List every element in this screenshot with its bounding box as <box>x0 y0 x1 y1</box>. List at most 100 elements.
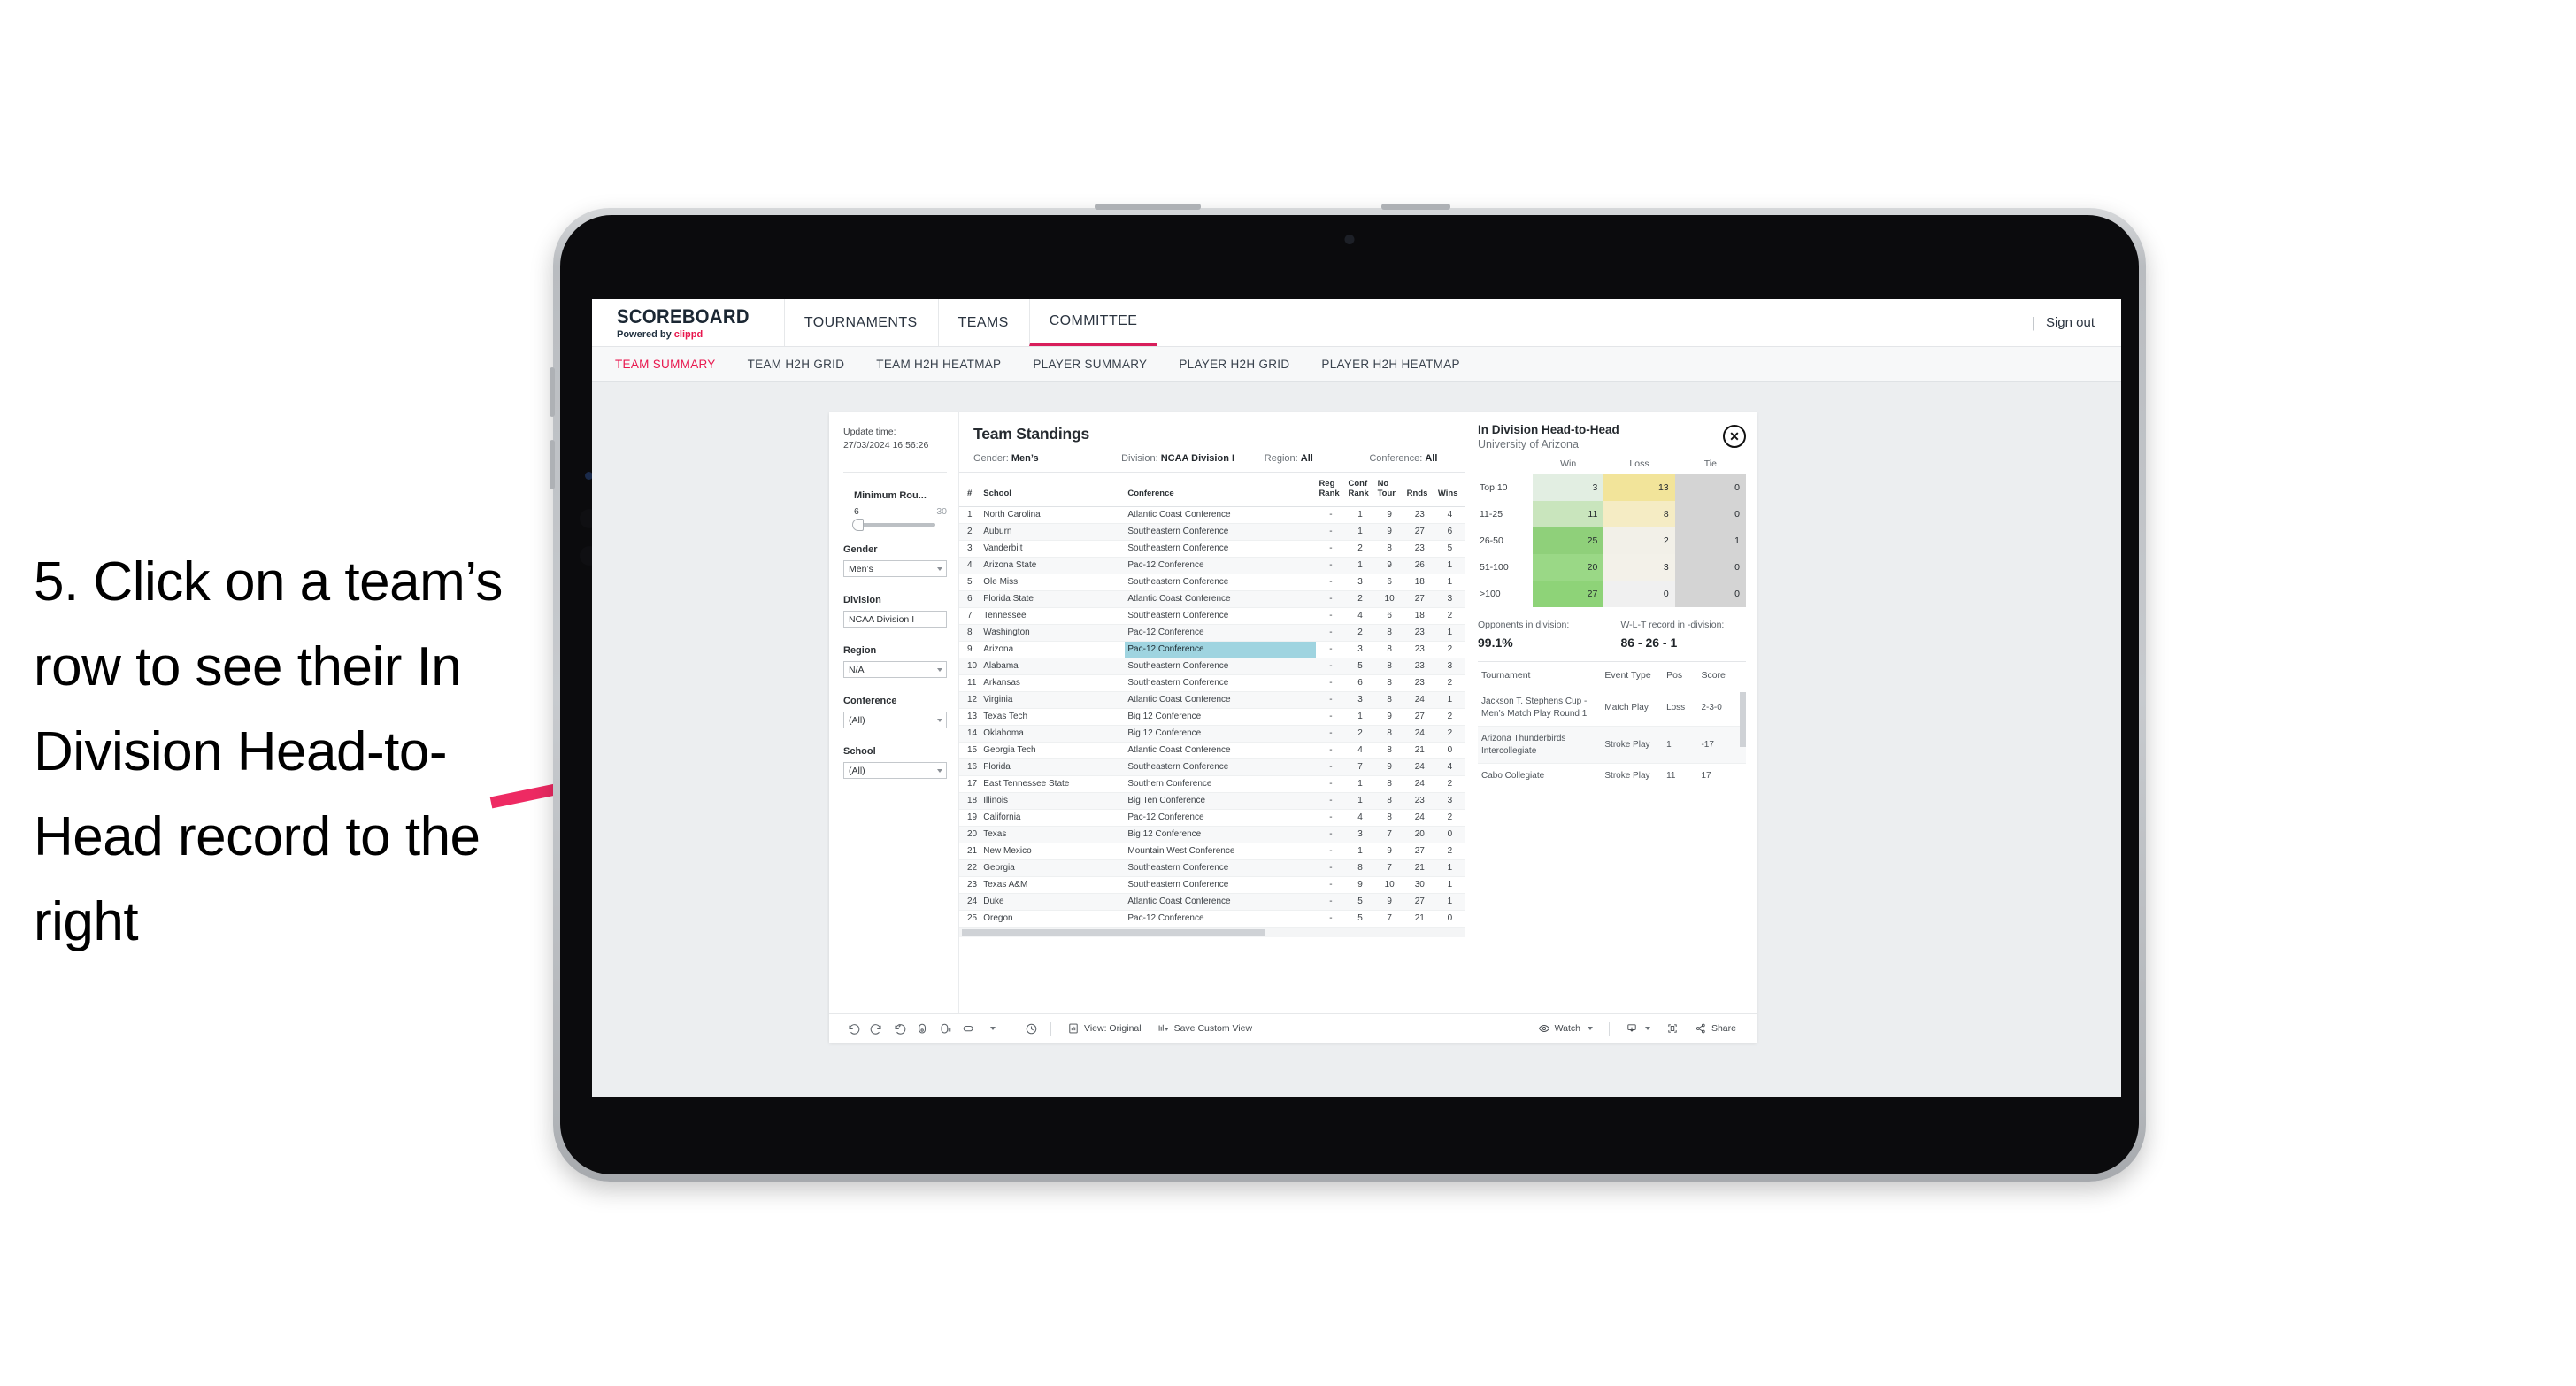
cell-wins: 1 <box>1434 691 1465 709</box>
school-select[interactable]: (All) <box>843 762 947 780</box>
col-score[interactable]: Score <box>1697 662 1746 689</box>
tab-team-h2h-heatmap[interactable]: TEAM H2H HEATMAP <box>860 358 1017 371</box>
pause-refresh-icon[interactable] <box>934 1019 957 1038</box>
refresh-data-icon[interactable] <box>911 1019 934 1038</box>
cell-rnds: 27 <box>1403 590 1435 608</box>
col-pos[interactable]: Pos <box>1663 662 1698 689</box>
table-row[interactable]: 10 Alabama Southeastern Conference -5 8 23 3 <box>959 658 1465 675</box>
gender-select[interactable]: Men’s <box>843 560 947 578</box>
col-no-tour[interactable]: No Tour <box>1374 473 1404 507</box>
save-custom-view-button[interactable]: Save Custom View <box>1150 1022 1261 1035</box>
table-row[interactable]: 18 Illinois Big Ten Conference -1 8 23 3 <box>959 792 1465 810</box>
download-button[interactable] <box>1618 1022 1658 1035</box>
summary-division-value: NCAA Division I <box>1160 453 1235 464</box>
undo-icon[interactable] <box>842 1019 865 1038</box>
conference-value: (All) <box>849 714 865 726</box>
close-icon[interactable]: ✕ <box>1723 425 1746 448</box>
active-filter-summary: Gender: Men’s Division: NCAA Division I … <box>973 453 1450 472</box>
scrollbar-thumb[interactable] <box>962 928 1265 936</box>
table-row[interactable]: 21 New Mexico Mountain West Conference -1 9 2… <box>959 843 1465 860</box>
col-conference[interactable]: Conference <box>1125 473 1317 507</box>
h2h-row: Top 10 3 13 0 <box>1478 474 1746 501</box>
nav-item-teams[interactable]: TEAMS <box>937 299 1029 346</box>
horizontal-scrollbar[interactable] <box>959 927 1465 937</box>
revert-icon[interactable] <box>888 1019 911 1038</box>
table-row[interactable]: 16 Florida Southeastern Conference -7 9 24 4 <box>959 758 1465 776</box>
table-row[interactable]: 3 Vanderbilt Southeastern Conference -2 8 23 5 <box>959 540 1465 558</box>
h2h-thead: Win Loss Tie <box>1478 458 1746 474</box>
sign-out-link[interactable]: Sign out <box>2046 315 2095 330</box>
region-select[interactable]: N/A <box>843 661 947 679</box>
table-row[interactable]: 14 Oklahoma Big 12 Conference -2 8 24 2 <box>959 725 1465 743</box>
redo-icon[interactable] <box>865 1019 888 1038</box>
cell-rank: 21 <box>959 843 981 860</box>
dashboard-card: Update time: 27/03/2024 16:56:26 Minimum… <box>829 412 1757 1043</box>
conference-select[interactable]: (All) <box>843 712 947 729</box>
cell-conf-rank: 3 <box>1345 691 1375 709</box>
col-event-type[interactable]: Event Type <box>1601 662 1664 689</box>
volume-up-button[interactable] <box>550 367 555 417</box>
table-row[interactable]: 19 California Pac-12 Conference -4 8 24 2 <box>959 809 1465 827</box>
table-row[interactable]: 1 North Carolina Atlantic Coast Conference… <box>959 506 1465 524</box>
list-item[interactable]: Cabo Collegiate Stroke Play 11 17 <box>1478 763 1746 789</box>
list-item[interactable]: Jackson T. Stephens Cup - Men’s Match Pl… <box>1478 689 1746 727</box>
nav-item-tournaments[interactable]: TOURNAMENTS <box>785 299 938 346</box>
volume-down-button[interactable] <box>550 440 555 489</box>
col-tournament[interactable]: Tournament <box>1478 662 1602 689</box>
cell-reg-rank: - <box>1316 826 1346 843</box>
nav-item-committee[interactable]: COMMITTEE <box>1028 299 1158 346</box>
share-button[interactable]: Share <box>1687 1022 1744 1035</box>
table-row[interactable]: 24 Duke Atlantic Coast Conference -5 9 27 1 <box>959 893 1465 911</box>
watch-button[interactable]: Watch <box>1530 1022 1601 1035</box>
division-select[interactable]: NCAA Division I <box>843 611 947 628</box>
table-row[interactable]: 12 Virginia Atlantic Coast Conference -3 8 24… <box>959 691 1465 709</box>
table-row[interactable]: 11 Arkansas Southeastern Conference -6 8 23 2 <box>959 674 1465 692</box>
cell-no-tour: 8 <box>1374 809 1404 827</box>
tournaments-scrollbar[interactable] <box>1740 692 1746 747</box>
cell-conference: Big Ten Conference <box>1125 792 1317 810</box>
brand-logo[interactable]: SCOREBOARD Powered by clippd <box>592 299 785 346</box>
table-row[interactable]: 7 Tennessee Southeastern Conference -4 6 18 2 <box>959 607 1465 625</box>
table-row[interactable]: 2 Auburn Southeastern Conference -1 9 27 6 <box>959 523 1465 541</box>
col-wins[interactable]: Wins <box>1434 473 1465 507</box>
col-school[interactable]: School <box>980 473 1126 507</box>
list-item[interactable]: Arizona Thunderbirds Intercollegiate Stro… <box>1478 726 1746 764</box>
chevron-down-icon <box>937 768 942 773</box>
tab-team-summary[interactable]: TEAM SUMMARY <box>615 358 732 371</box>
tab-team-h2h-grid[interactable]: TEAM H2H GRID <box>732 358 861 371</box>
table-row[interactable]: 4 Arizona State Pac-12 Conference -1 9 26 1 <box>959 557 1465 574</box>
h2h-tie-cell: 0 <box>1674 554 1746 581</box>
table-row[interactable]: 20 Texas Big 12 Conference -3 7 20 0 <box>959 826 1465 843</box>
top-antenna-band-2 <box>1381 204 1450 210</box>
tab-player-h2h-heatmap[interactable]: PLAYER H2H HEATMAP <box>1305 358 1475 371</box>
view-original-button[interactable]: View: Original <box>1059 1022 1150 1035</box>
h2h-band-label: 26-50 <box>1478 527 1533 554</box>
cell-wins: 3 <box>1434 658 1465 675</box>
tab-player-h2h-grid[interactable]: PLAYER H2H GRID <box>1163 358 1305 371</box>
zoom-shape-icon[interactable] <box>957 1019 980 1038</box>
table-row[interactable]: 13 Texas Tech Big 12 Conference -1 9 27 2 <box>959 708 1465 726</box>
h2h-row: 26-50 25 2 1 <box>1478 527 1746 554</box>
col-rank[interactable]: # <box>959 473 981 507</box>
table-row[interactable]: 22 Georgia Southeastern Conference -8 7 21 1 <box>959 859 1465 877</box>
history-icon[interactable] <box>1019 1019 1042 1038</box>
col-reg-rank[interactable]: Reg Rank <box>1316 473 1346 507</box>
minimum-rounds-slider[interactable] <box>852 519 935 532</box>
cell-reg-rank: - <box>1316 893 1346 911</box>
table-row[interactable]: 9 Arizona Pac-12 Conference -3 8 23 2 <box>959 641 1465 658</box>
table-row[interactable]: 17 East Tennessee State Southern Conferenc… <box>959 775 1465 793</box>
fullscreen-button[interactable] <box>1658 1022 1687 1035</box>
cell-conference: Pac-12 Conference <box>1125 641 1317 658</box>
tab-player-summary[interactable]: PLAYER SUMMARY <box>1017 358 1163 371</box>
slider-handle[interactable] <box>852 519 864 532</box>
table-row[interactable]: 15 Georgia Tech Atlantic Coast Conference -… <box>959 742 1465 759</box>
table-row[interactable]: 23 Texas A&M Southeastern Conference -9 10 30… <box>959 876 1465 894</box>
cell-rnds: 30 <box>1403 876 1435 894</box>
table-row[interactable]: 8 Washington Pac-12 Conference -2 8 23 1 <box>959 624 1465 642</box>
shape-dropdown-caret[interactable] <box>980 1019 1003 1038</box>
col-conf-rank[interactable]: Conf Rank <box>1345 473 1375 507</box>
col-rnds[interactable]: Rnds <box>1403 473 1435 507</box>
table-row[interactable]: 25 Oregon Pac-12 Conference -5 7 21 0 <box>959 910 1465 928</box>
table-row[interactable]: 5 Ole Miss Southeastern Conference -3 6 18 1 <box>959 574 1465 591</box>
table-row[interactable]: 6 Florida State Atlantic Coast Conference -… <box>959 590 1465 608</box>
